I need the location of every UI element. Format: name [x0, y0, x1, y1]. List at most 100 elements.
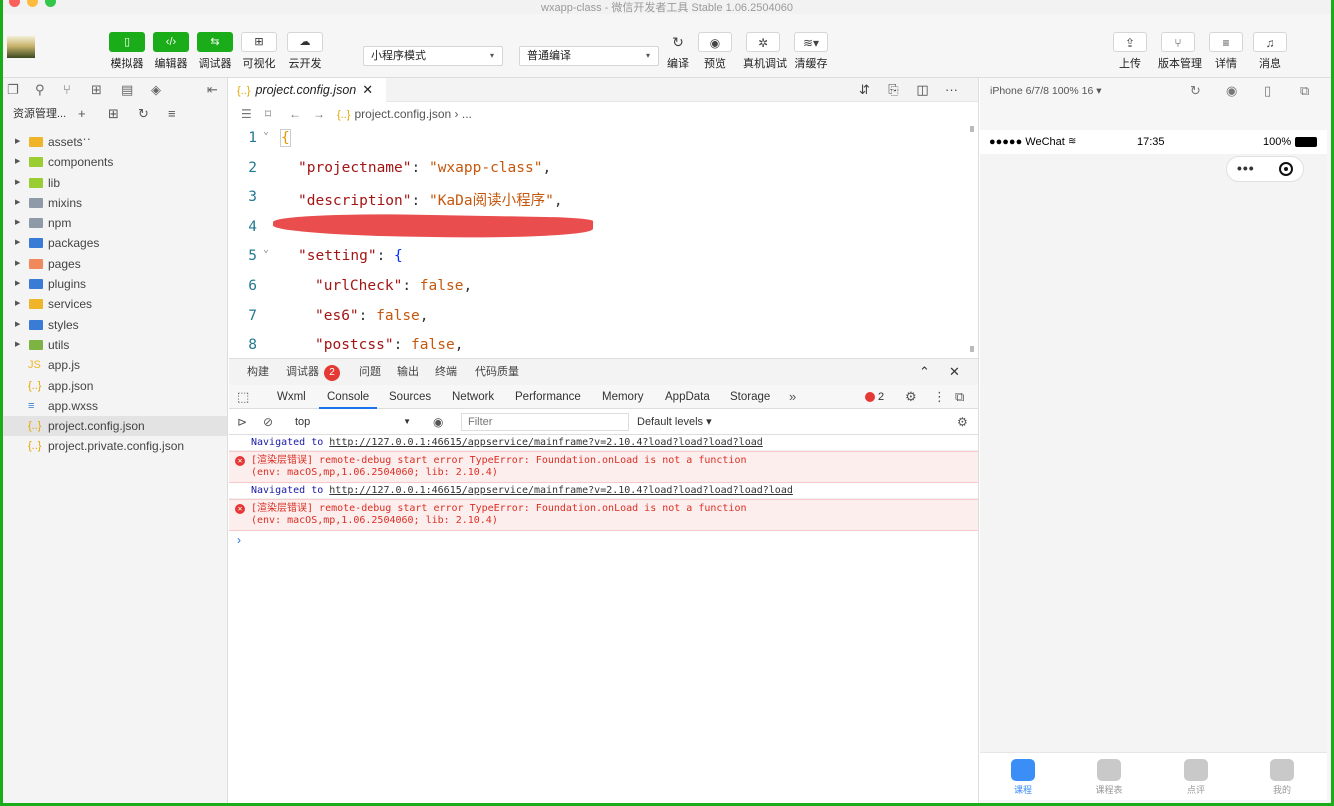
folder-item[interactable]: ▶ npm — [3, 213, 227, 233]
add-file-icon[interactable]: + — [78, 102, 108, 126]
more-panels-icon[interactable]: » — [789, 385, 796, 409]
collapse-all-icon[interactable]: ≡ — [168, 102, 198, 126]
split-editor-icon[interactable]: ◫ — [908, 82, 937, 98]
back-icon[interactable]: ← — [289, 102, 313, 126]
settings-gear-icon[interactable]: ⚙ — [905, 385, 917, 409]
nav-url-link[interactable]: http://127.0.0.1:46615/appservice/mainfr… — [329, 437, 762, 448]
fold-chevron-icon[interactable]: ⌄ — [263, 126, 269, 137]
compile-button[interactable]: ↻ 编译 — [658, 32, 698, 71]
visual-toggle[interactable]: ⊞ 可视化 — [239, 32, 279, 71]
console-settings-icon[interactable]: ⚙ — [957, 409, 968, 435]
folder-item[interactable]: ▶ components — [3, 152, 227, 172]
tabbar-item[interactable]: 课程 — [993, 759, 1053, 796]
add-folder-icon[interactable]: ⊞ — [108, 102, 138, 126]
clear-cache-button[interactable]: ≋▾ 清缓存 — [791, 32, 831, 71]
console-filter-input[interactable] — [461, 413, 629, 431]
more-dots-icon[interactable]: ••• — [1237, 160, 1255, 176]
folder-item[interactable]: ▶ packages — [3, 233, 227, 253]
file-item[interactable]: {..} project.config.json — [3, 416, 227, 437]
collapse-sidebar-icon[interactable]: ⇤ — [207, 82, 218, 98]
panel-tab-sources[interactable]: Sources — [389, 385, 431, 409]
phone-icon[interactable]: ▯ — [1264, 78, 1271, 104]
details-button[interactable]: ≡ 详情 — [1206, 32, 1246, 71]
popout-icon[interactable]: ⧉ — [1300, 78, 1309, 104]
tab-terminal[interactable]: 终端 — [435, 359, 457, 385]
tab-build[interactable]: 构建 — [247, 359, 269, 385]
file-item[interactable]: {..} project.private.config.json — [3, 436, 227, 456]
bookmark-icon[interactable]: ⌑ — [265, 102, 289, 126]
minimize-window-button[interactable] — [27, 0, 38, 7]
git-icon[interactable]: ⑂ — [63, 82, 71, 97]
tabbar-item[interactable]: 点评 — [1166, 759, 1226, 796]
list-icon[interactable]: ☰ — [241, 102, 265, 126]
rotate-icon[interactable]: ↻ — [1190, 78, 1201, 104]
preview-button[interactable]: ◉ 预览 — [695, 32, 735, 71]
editor-tab-project-config[interactable]: {..} project.config.json ✕ — [229, 78, 386, 102]
messages-button[interactable]: ♫ 消息 — [1250, 32, 1290, 71]
folder-item[interactable]: ▶ pages — [3, 254, 227, 274]
folder-item[interactable]: ▶ mixins — [3, 193, 227, 213]
files-icon[interactable]: ❐ — [7, 82, 19, 98]
inspect-icon[interactable]: ⬚ — [237, 385, 249, 409]
log-levels-select[interactable]: Default levels ▾ — [637, 409, 712, 435]
sidebar-toggle-icon[interactable]: ⊳ — [237, 409, 247, 435]
compare-icon[interactable]: ⇵ — [850, 82, 879, 98]
breadcrumb-file[interactable]: project.config.json — [354, 107, 451, 121]
close-window-button[interactable] — [9, 0, 20, 7]
folder-item[interactable]: ▶ services — [3, 294, 227, 314]
folder-item[interactable]: ▶ styles — [3, 315, 227, 335]
tab-output[interactable]: 输出 — [397, 359, 419, 385]
file-item[interactable]: JS app.js — [3, 355, 227, 375]
docker-icon[interactable]: ◈ — [151, 82, 161, 98]
folder-item[interactable]: ▶ plugins — [3, 274, 227, 294]
device-select[interactable]: iPhone 6/7/8 100% 16 ▾ — [990, 85, 1102, 97]
file-item[interactable]: ≡ app.wxss — [3, 396, 227, 416]
kebab-menu-icon[interactable]: ⋮ — [933, 385, 946, 409]
panel-tab-network[interactable]: Network — [452, 385, 494, 409]
fold-chevron-icon[interactable]: ⌄ — [263, 244, 269, 255]
folder-item[interactable]: ▶ utils — [3, 335, 227, 355]
panel-tab-performance[interactable]: Performance — [515, 385, 581, 409]
tab-debugger[interactable]: 调试器 — [286, 359, 319, 385]
extensions-icon[interactable]: ⊞ — [91, 82, 102, 98]
forward-icon[interactable]: → — [313, 102, 337, 126]
panel-tab-console[interactable]: Console — [319, 385, 378, 409]
panel-tab-storage[interactable]: Storage — [730, 385, 770, 409]
chevron-up-icon[interactable]: ⌃ — [919, 359, 930, 385]
editor-toggle[interactable]: ‹/› 编辑器 — [151, 32, 191, 71]
more-actions-icon[interactable]: ··· — [937, 82, 966, 97]
refresh-icon[interactable]: ↻ — [138, 102, 168, 126]
cloud-button[interactable]: ☁ 云开发 — [285, 32, 325, 71]
search-icon[interactable]: ⚲ — [35, 82, 45, 98]
outline-icon[interactable]: ▤ — [121, 82, 133, 98]
mode-select[interactable]: 小程序模式 ▾ — [363, 46, 503, 66]
tabbar-item[interactable]: 我的 — [1252, 759, 1312, 796]
tab-quality[interactable]: 代码质量 — [475, 359, 519, 385]
context-select[interactable]: top ▼ — [289, 413, 417, 431]
avatar[interactable] — [7, 36, 35, 58]
clear-console-icon[interactable]: ⊘ — [263, 409, 273, 435]
file-item[interactable]: {..} app.json — [3, 376, 227, 396]
dock-icon[interactable]: ⧉ — [955, 385, 964, 409]
eye-icon[interactable]: ◉ — [433, 409, 443, 435]
compile-select[interactable]: 普通编译 ▾ — [519, 46, 659, 66]
error-counter[interactable]: 2 — [865, 385, 884, 409]
folder-item[interactable]: ▶ lib — [3, 173, 227, 193]
breadcrumb-more[interactable]: ... — [462, 107, 472, 121]
upload-button[interactable]: ⇪ 上传 — [1110, 32, 1150, 71]
panel-tab-memory[interactable]: Memory — [602, 385, 644, 409]
debugger-toggle[interactable]: ⇆ 调试器 — [195, 32, 235, 71]
record-icon[interactable]: ◉ — [1226, 78, 1237, 104]
zoom-window-button[interactable] — [45, 0, 56, 7]
simulator-toggle[interactable]: ▯ 模拟器 — [107, 32, 147, 71]
real-debug-button[interactable]: ✲ 真机调试 — [743, 32, 787, 71]
close-miniprogram-icon[interactable] — [1279, 162, 1293, 176]
tab-issues[interactable]: 问题 — [359, 359, 381, 385]
console-prompt[interactable]: › — [229, 531, 978, 549]
open-preview-icon[interactable]: ⎘ — [879, 82, 908, 98]
tabbar-item[interactable]: 课程表 — [1079, 759, 1139, 796]
close-panel-icon[interactable]: ✕ — [949, 359, 960, 385]
panel-tab-appdata[interactable]: AppData — [665, 385, 710, 409]
capsule-menu[interactable]: ••• — [1226, 156, 1304, 182]
close-tab-icon[interactable]: ✕ — [362, 82, 373, 97]
